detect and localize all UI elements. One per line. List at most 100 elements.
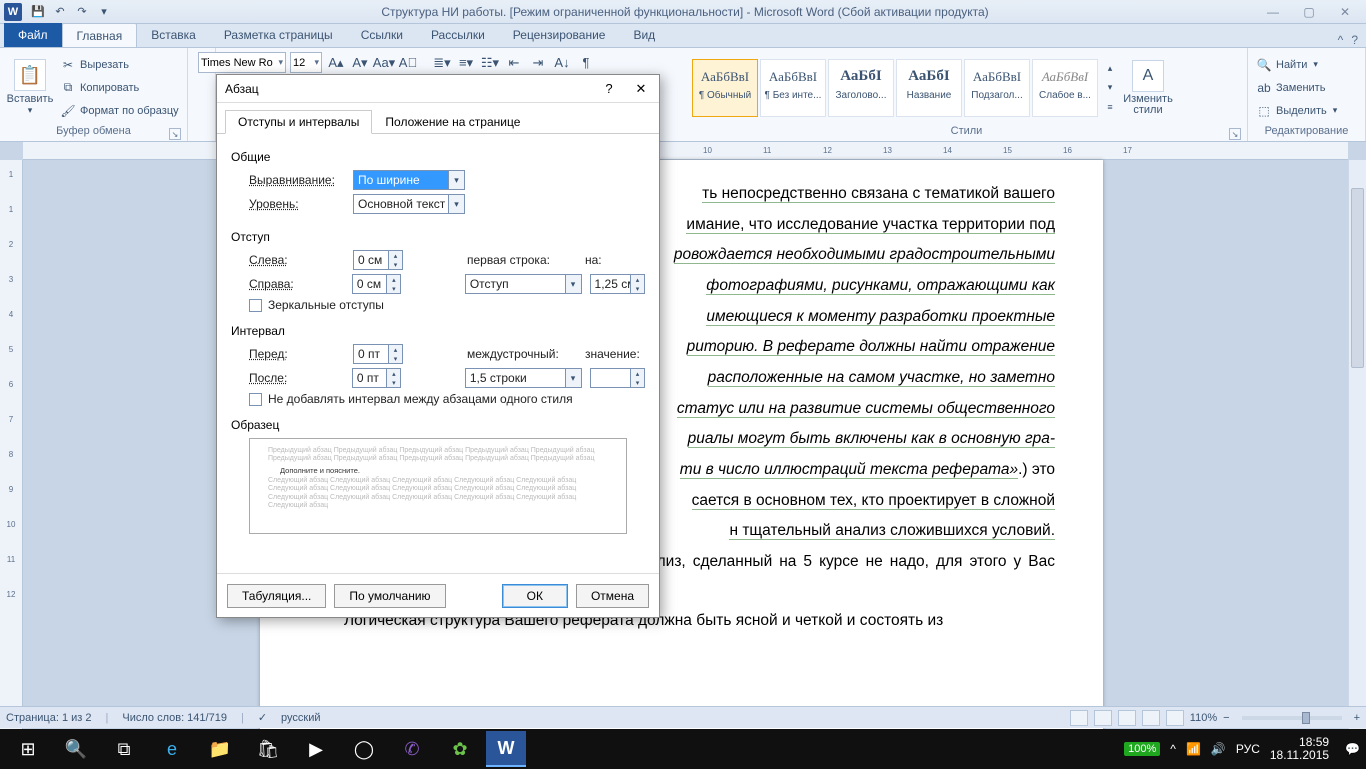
style-subtle[interactable]: АаБбВвІСлабое в... [1032, 59, 1098, 117]
status-page[interactable]: Страница: 1 из 2 [6, 712, 92, 724]
minimize-ribbon-icon[interactable]: ^ [1338, 33, 1344, 47]
font-name-combo[interactable]: Times New Ro▾ [198, 52, 286, 73]
store-icon[interactable]: 🛍 [246, 731, 290, 767]
task-view-icon[interactable]: ⧉ [102, 731, 146, 767]
tab-mailings[interactable]: Рассылки [417, 23, 499, 47]
start-button[interactable]: ⊞ [6, 731, 50, 767]
set-default-button[interactable]: По умолчанию [334, 584, 445, 608]
no-space-same-style-checkbox[interactable]: Не добавлять интервал между абзацами одн… [249, 392, 645, 406]
view-web-icon[interactable] [1118, 710, 1136, 726]
style-nospacing[interactable]: АаБбВвІ¶ Без инте... [760, 59, 826, 117]
change-case-icon[interactable]: Aa▾ [374, 53, 394, 73]
style-normal[interactable]: АаБбВвІ¶ Обычный [692, 59, 758, 117]
tab-references[interactable]: Ссылки [347, 23, 417, 47]
wifi-icon[interactable]: 📶 [1186, 742, 1201, 756]
shrink-font-icon[interactable]: A▾ [350, 53, 370, 73]
indent-left-spinner[interactable]: 0 см▴▾ [353, 250, 403, 270]
explorer-icon[interactable]: 📁 [198, 731, 242, 767]
undo-icon[interactable]: ↶ [50, 2, 70, 22]
view-outline-icon[interactable] [1142, 710, 1160, 726]
increase-indent-icon[interactable]: ⇥ [528, 53, 548, 73]
vertical-scrollbar[interactable] [1348, 160, 1366, 746]
copy-button[interactable]: ⧉Копировать [58, 77, 181, 98]
tab-line-breaks[interactable]: Положение на странице [372, 110, 533, 134]
find-button[interactable]: 🔍Найти▾ [1254, 54, 1339, 75]
icq-icon[interactable]: ✿ [438, 731, 482, 767]
sort-icon[interactable]: A↓ [552, 53, 572, 73]
alignment-combo[interactable]: По ширине▾ [353, 170, 465, 190]
font-size-combo[interactable]: 12▾ [290, 52, 322, 73]
space-after-spinner[interactable]: 0 пт▴▾ [352, 368, 402, 388]
outline-level-combo[interactable]: Основной текст▾ [353, 194, 465, 214]
mirror-indents-checkbox[interactable]: Зеркальные отступы [249, 298, 645, 312]
help-icon[interactable]: ? [1351, 33, 1358, 47]
input-language[interactable]: РУС [1236, 742, 1260, 756]
format-painter-button[interactable]: 🖌Формат по образцу [58, 100, 181, 121]
zoom-percent[interactable]: 110% [1190, 712, 1217, 724]
styles-scroll-down-icon[interactable]: ▾ [1100, 79, 1120, 97]
ok-button[interactable]: ОК [502, 584, 568, 608]
tab-layout[interactable]: Разметка страницы [210, 23, 347, 47]
firstline-by-spinner[interactable]: 1,25 см▴▾ [590, 274, 645, 294]
vertical-ruler[interactable]: 1123456789101112 [0, 160, 23, 746]
view-print-icon[interactable] [1070, 710, 1088, 726]
dialog-help-icon[interactable]: ? [599, 79, 619, 99]
decrease-indent-icon[interactable]: ⇤ [504, 53, 524, 73]
zoom-slider[interactable] [1242, 716, 1342, 720]
scrollbar-thumb[interactable] [1351, 188, 1364, 368]
firstline-combo[interactable]: Отступ▾ [465, 274, 582, 294]
word-taskbar-icon[interactable]: W [486, 731, 526, 767]
dialog-close-icon[interactable]: ✕ [631, 79, 651, 99]
multilevel-icon[interactable]: ☷▾ [480, 53, 500, 73]
style-heading[interactable]: АаБбІЗаголово... [828, 59, 894, 117]
edge-icon[interactable]: e [150, 731, 194, 767]
viber-icon[interactable]: ✆ [390, 731, 434, 767]
zoom-in-icon[interactable]: + [1354, 712, 1360, 724]
styles-gallery[interactable]: АаБбВвІ¶ Обычный АаБбВвІ¶ Без инте... Аа… [692, 59, 1114, 117]
battery-indicator[interactable]: 100% [1124, 742, 1160, 756]
select-button[interactable]: ⬚Выделить▾ [1254, 100, 1339, 121]
tab-indents-spacing[interactable]: Отступы и интервалы [225, 110, 372, 134]
styles-scroll-up-icon[interactable]: ▴ [1100, 60, 1120, 78]
tab-insert[interactable]: Вставка [137, 23, 210, 47]
status-words[interactable]: Число слов: 141/719 [122, 712, 227, 724]
tab-view[interactable]: Вид [619, 23, 669, 47]
dialog-titlebar[interactable]: Абзац ? ✕ [217, 75, 659, 103]
zoom-handle[interactable] [1302, 712, 1310, 724]
linespacing-at-spinner[interactable]: ▴▾ [590, 368, 645, 388]
style-title[interactable]: АаБбІНазвание [896, 59, 962, 117]
save-icon[interactable]: 💾 [28, 2, 48, 22]
media-icon[interactable]: ▶ [294, 731, 338, 767]
replace-button[interactable]: abЗаменить [1254, 77, 1339, 98]
paste-button[interactable]: 📋 Вставить ▾ [6, 52, 54, 124]
tab-review[interactable]: Рецензирование [499, 23, 620, 47]
zoom-out-icon[interactable]: − [1223, 712, 1229, 724]
styles-more-icon[interactable]: ≡ [1100, 98, 1120, 116]
maximize-button[interactable]: ▢ [1292, 2, 1326, 22]
clock[interactable]: 18:59 18.11.2015 [1270, 736, 1335, 762]
tabs-button[interactable]: Табуляция... [227, 584, 326, 608]
change-styles-button[interactable]: A Изменить стили [1118, 52, 1178, 124]
redo-icon[interactable]: ↷ [72, 2, 92, 22]
pilcrow-icon[interactable]: ¶ [576, 53, 596, 73]
status-language[interactable]: русский [281, 712, 320, 724]
cut-button[interactable]: ✂Вырезать [58, 54, 181, 75]
space-before-spinner[interactable]: 0 пт▴▾ [353, 344, 403, 364]
close-button[interactable]: ✕ [1328, 2, 1362, 22]
bullets-icon[interactable]: ≣▾ [432, 53, 452, 73]
clipboard-launcher-icon[interactable]: ↘ [169, 128, 181, 140]
minimize-button[interactable]: — [1256, 2, 1290, 22]
app-icon[interactable]: W [4, 3, 22, 21]
view-draft-icon[interactable] [1166, 710, 1184, 726]
tab-home[interactable]: Главная [62, 23, 138, 47]
style-subtitle[interactable]: АаБбВвІПодзагол... [964, 59, 1030, 117]
grow-font-icon[interactable]: A▴ [326, 53, 346, 73]
volume-icon[interactable]: 🔊 [1211, 742, 1226, 756]
linespacing-combo[interactable]: 1,5 строки▾ [465, 368, 582, 388]
proofing-icon[interactable]: ✓ [258, 711, 267, 724]
cancel-button[interactable]: Отмена [576, 584, 649, 608]
chrome-icon[interactable]: ◯ [342, 731, 386, 767]
tray-chevron-icon[interactable]: ^ [1170, 742, 1176, 756]
numbering-icon[interactable]: ≡▾ [456, 53, 476, 73]
tab-file[interactable]: Файл [4, 23, 62, 47]
